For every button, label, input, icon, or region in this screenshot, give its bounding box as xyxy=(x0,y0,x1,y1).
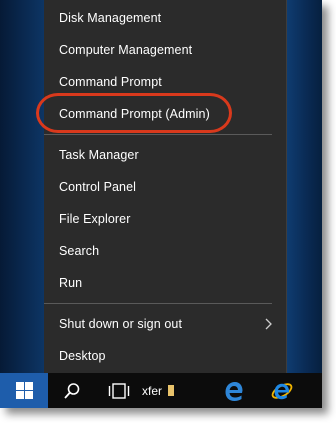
chevron-right-icon xyxy=(265,318,272,330)
taskbar-folder-xfer[interactable]: xfer xyxy=(142,373,188,408)
edge-icon xyxy=(225,381,243,401)
menu-item-label: Disk Management xyxy=(59,11,162,25)
menu-item-label: Task Manager xyxy=(59,148,139,162)
folder-icon xyxy=(168,385,175,396)
edge-button[interactable] xyxy=(218,373,250,408)
desktop-background-left xyxy=(0,0,44,373)
menu-item-control-panel[interactable]: Control Panel xyxy=(44,172,286,202)
task-view-icon xyxy=(108,382,130,399)
menu-item-search[interactable]: Search xyxy=(44,236,286,266)
taskbar-folder-label: xfer xyxy=(142,383,163,398)
menu-item-label: Command Prompt xyxy=(59,75,162,89)
menu-item-computer-management[interactable]: Computer Management xyxy=(44,35,286,65)
menu-separator xyxy=(44,303,272,304)
menu-item-file-explorer[interactable]: File Explorer xyxy=(44,204,286,234)
menu-item-label: Shut down or sign out xyxy=(59,317,183,331)
search-icon xyxy=(64,382,80,399)
menu-item-label: Computer Management xyxy=(59,43,193,57)
internet-explorer-button[interactable] xyxy=(266,373,298,408)
menu-item-label: Run xyxy=(59,276,83,290)
internet-explorer-icon xyxy=(271,382,293,399)
menu-item-disk-management[interactable]: Disk Management xyxy=(44,3,286,33)
menu-item-run[interactable]: Run xyxy=(44,268,286,298)
menu-item-label: Desktop xyxy=(59,349,106,363)
menu-item-desktop[interactable]: Desktop xyxy=(44,341,286,371)
windows-logo-icon xyxy=(15,382,33,399)
menu-item-label: Search xyxy=(59,244,100,258)
highlight-annotation-ring xyxy=(36,93,232,133)
menu-item-task-manager[interactable]: Task Manager xyxy=(44,140,286,170)
screenshot-frame: Disk Management Computer Management Comm… xyxy=(0,0,322,408)
taskbar: xfer xyxy=(0,373,322,408)
start-button[interactable] xyxy=(0,373,48,408)
winx-power-menu: Disk Management Computer Management Comm… xyxy=(44,0,287,373)
search-button[interactable] xyxy=(54,373,90,408)
menu-item-label: File Explorer xyxy=(59,212,131,226)
desktop-background-right xyxy=(286,0,322,373)
menu-separator xyxy=(44,134,272,135)
menu-item-shut-down-or-sign-out[interactable]: Shut down or sign out xyxy=(44,309,286,339)
menu-item-label: Control Panel xyxy=(59,180,137,194)
task-view-button[interactable] xyxy=(100,373,138,408)
